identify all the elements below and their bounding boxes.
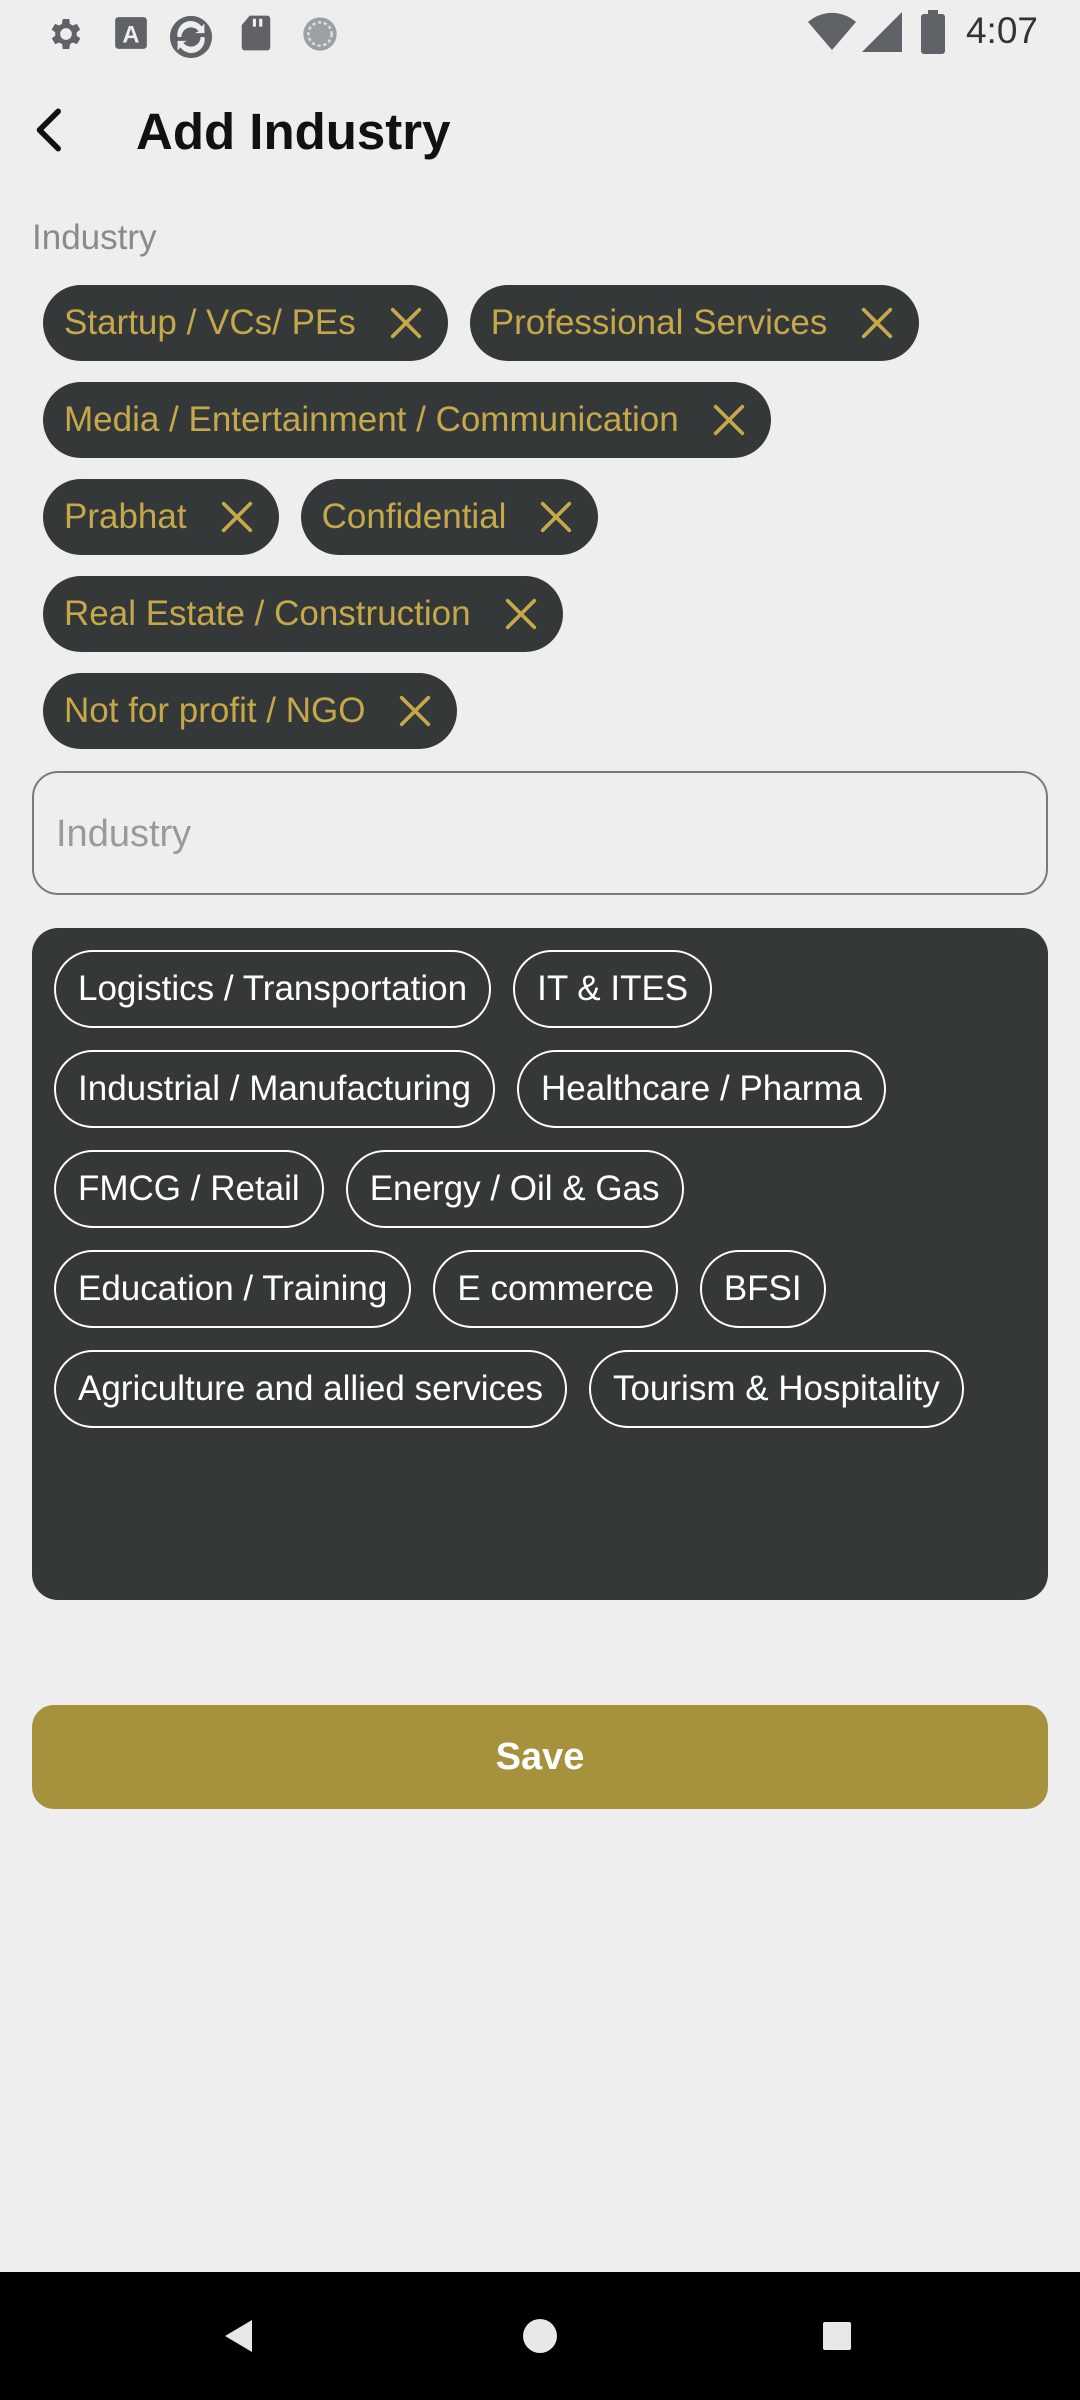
industry-label: Industry xyxy=(32,218,157,257)
nav-home-icon[interactable] xyxy=(480,2272,600,2400)
selected-chip[interactable]: Confidential xyxy=(300,479,599,555)
system-nav-bar xyxy=(0,2272,1080,2400)
suggestion-chip[interactable]: Education / Training xyxy=(54,1250,412,1328)
suggestion-chip[interactable]: Tourism & Hospitality xyxy=(588,1350,964,1428)
selected-chip-row: Real Estate / Construction xyxy=(43,576,1043,652)
selected-chip-label: Prabhat xyxy=(64,497,187,536)
status-bar: A 4:07 xyxy=(0,0,1080,64)
suggestion-row: Industrial / Manufacturing Healthcare / P… xyxy=(54,1050,1026,1128)
remove-chip-icon[interactable] xyxy=(395,691,435,731)
suggestion-chip[interactable]: Healthcare / Pharma xyxy=(516,1050,886,1128)
signal-icon xyxy=(862,12,902,52)
remove-chip-icon[interactable] xyxy=(709,400,749,440)
industry-suggestions: Logistics / Transportation IT & ITES Indus… xyxy=(32,928,1048,1600)
selected-chip-label: Startup / VCs/ PEs xyxy=(64,303,356,342)
arrow-left-icon[interactable] xyxy=(22,102,78,158)
battery-icon xyxy=(921,10,945,54)
suggestion-chip[interactable]: IT & ITES xyxy=(513,950,713,1028)
wifi-icon xyxy=(808,12,856,51)
suggestion-chip[interactable]: FMCG / Retail xyxy=(54,1150,324,1228)
suggestion-row: Education / Training E commerce BFSI xyxy=(54,1250,1026,1328)
selected-chip-row: Not for profit / NGO xyxy=(43,673,1043,749)
svg-text:A: A xyxy=(122,22,139,49)
remove-chip-icon[interactable] xyxy=(857,303,897,343)
suggestion-row: Agriculture and allied services Tourism &… xyxy=(54,1350,1026,1428)
remove-chip-icon[interactable] xyxy=(501,594,541,634)
selected-chip-label: Media / Entertainment / Communication xyxy=(64,400,679,439)
suggestion-chip[interactable]: Energy / Oil & Gas xyxy=(345,1150,684,1228)
suggestion-chip[interactable]: Logistics / Transportation xyxy=(54,950,492,1028)
industry-input[interactable] xyxy=(54,773,1018,895)
status-time: 4:07 xyxy=(965,10,1038,51)
nav-back-icon[interactable] xyxy=(180,2272,300,2400)
suggestion-row: FMCG / Retail Energy / Oil & Gas xyxy=(54,1150,1026,1228)
selected-chip[interactable]: Startup / VCs/ PEs xyxy=(43,285,448,361)
remove-chip-icon[interactable] xyxy=(217,497,257,537)
suggestion-chip[interactable]: Industrial / Manufacturing xyxy=(54,1050,495,1128)
selected-chip[interactable]: Prabhat xyxy=(43,479,279,555)
selected-chip-label: Confidential xyxy=(321,497,507,536)
selected-chip[interactable]: Real Estate / Construction xyxy=(43,576,563,652)
selected-chip-label: Not for profit / NGO xyxy=(64,691,366,730)
save-button[interactable]: Save xyxy=(32,1705,1048,1809)
selected-chip[interactable]: Professional Services xyxy=(469,285,920,361)
nav-recents-icon[interactable] xyxy=(777,2272,897,2400)
selected-chip-label: Professional Services xyxy=(490,303,828,342)
sd-card-icon xyxy=(241,15,271,51)
selected-chip-row: Prabhat Confidential xyxy=(43,479,1043,555)
circle-dots-icon xyxy=(303,17,337,51)
app-bar: Add Industry xyxy=(0,64,1080,204)
selected-chip[interactable]: Media / Entertainment / Communication xyxy=(43,382,771,458)
font-a-icon: A xyxy=(115,17,147,49)
selected-chip-label: Real Estate / Construction xyxy=(64,594,471,633)
selected-chip-row: Media / Entertainment / Communication xyxy=(43,382,1043,458)
selected-industries: Startup / VCs/ PEs Professional Services M… xyxy=(43,285,1043,770)
suggestion-row: Logistics / Transportation IT & ITES xyxy=(54,950,1026,1028)
suggestion-chip[interactable]: Agriculture and allied services xyxy=(54,1350,567,1428)
suggestion-chip[interactable]: BFSI xyxy=(699,1250,826,1328)
page-title: Add Industry xyxy=(136,103,451,160)
remove-chip-icon[interactable] xyxy=(536,497,576,537)
remove-chip-icon[interactable] xyxy=(386,303,426,343)
industry-input-container[interactable] xyxy=(32,771,1048,895)
selected-chip-row: Startup / VCs/ PEs Professional Services xyxy=(43,285,1043,361)
suggestion-chip[interactable]: E commerce xyxy=(433,1250,678,1328)
sync-icon xyxy=(169,15,213,59)
gear-icon xyxy=(51,19,81,49)
selected-chip[interactable]: Not for profit / NGO xyxy=(43,673,458,749)
